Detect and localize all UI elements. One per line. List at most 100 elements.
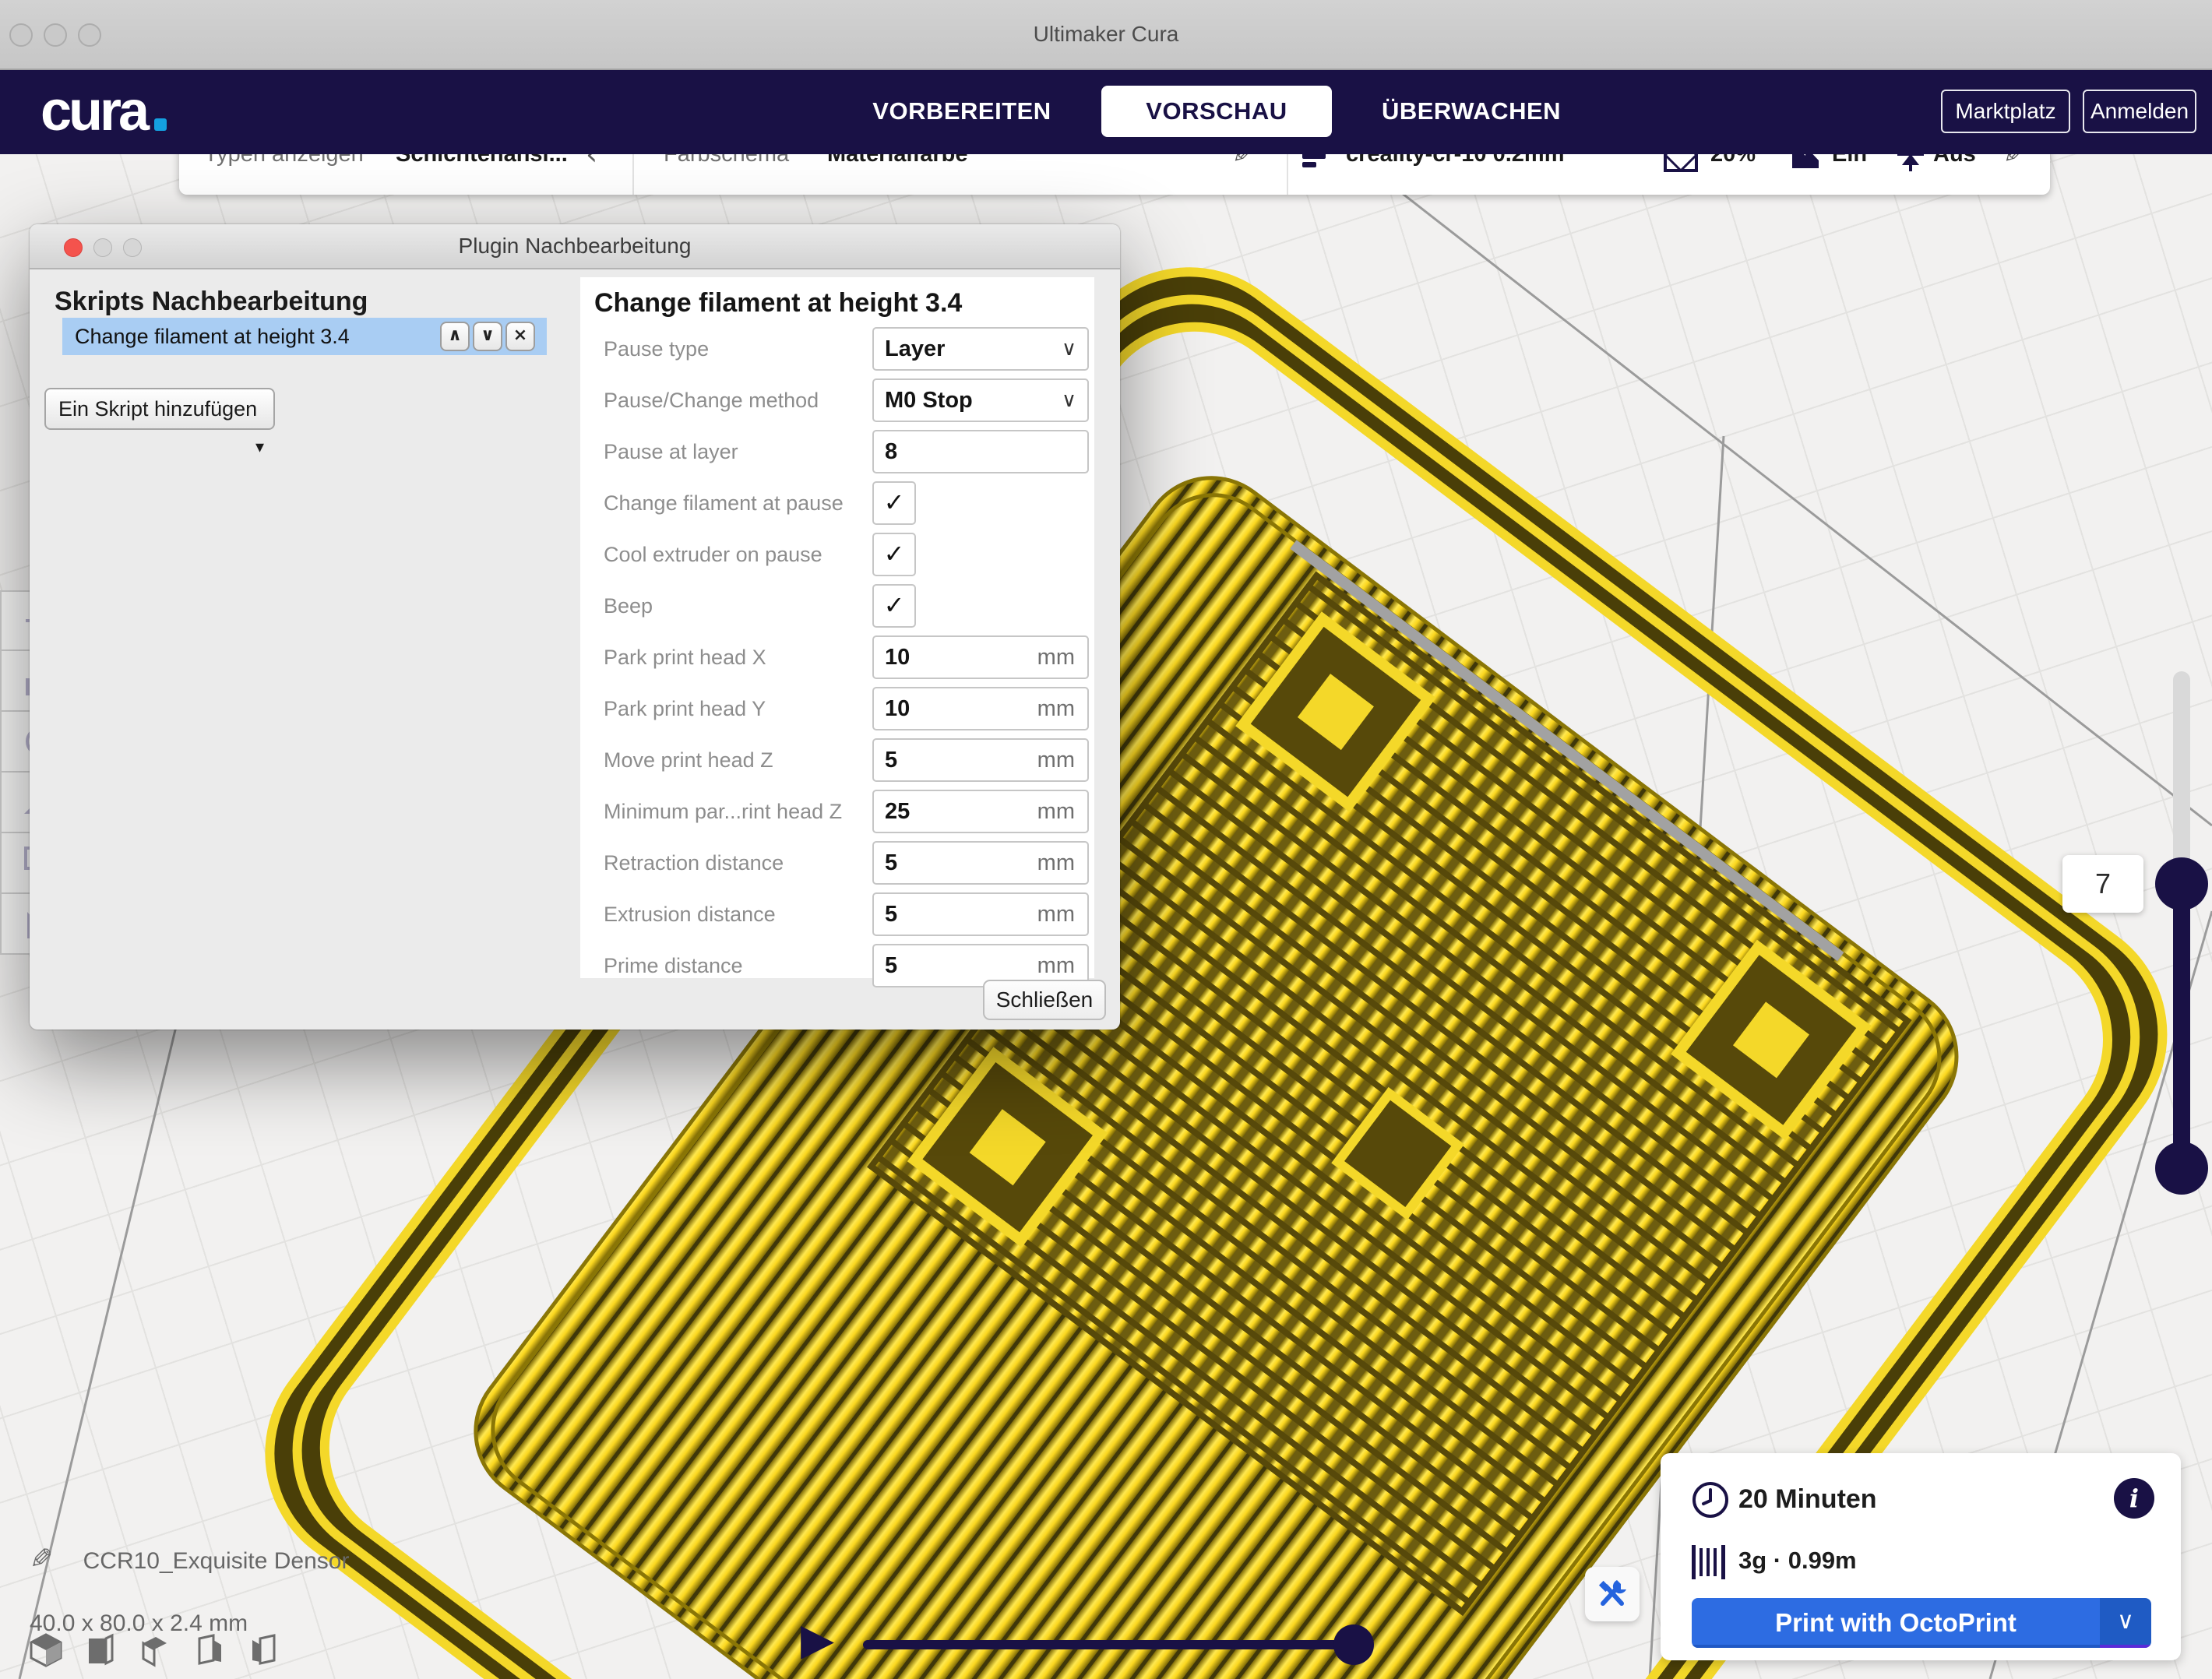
field-label: Prime distance (604, 944, 743, 987)
layer-slider-lower-handle[interactable] (2155, 1142, 2208, 1195)
dropdown-caret-icon: ▾ (255, 428, 264, 467)
print-job-panel: 20 Minuten i 3g · 0.99m Print with OctoP… (1661, 1453, 2181, 1660)
view-right-button[interactable] (246, 1632, 282, 1668)
clock-icon (1690, 1480, 1731, 1520)
signin-button[interactable]: Anmelden (2083, 90, 2196, 133)
field-input[interactable]: 5 mm (872, 841, 1089, 885)
form-row: Beep ✓ (580, 584, 1094, 628)
field-value: M0 Stop (885, 380, 973, 421)
field-input[interactable]: 10 mm (872, 687, 1089, 730)
tab-vorschau[interactable]: VORSCHAU (1101, 86, 1332, 137)
octoprint-settings-button[interactable] (1585, 1567, 1640, 1621)
post-processing-dialog: Plugin Nachbearbeitung Skripts Nachbearb… (30, 224, 1120, 1030)
logo-text: cura (41, 79, 146, 143)
field-unit: mm (1037, 688, 1075, 729)
view-top-button[interactable] (137, 1632, 173, 1668)
dialog-zoom-button[interactable] (123, 238, 142, 257)
field-checkbox[interactable]: ✓ (872, 584, 916, 628)
form-row: Extrusion distance 5 mm (580, 892, 1094, 936)
rename-model-pencil-icon[interactable]: ✎ (30, 1543, 53, 1575)
script-settings-title: Change filament at height 3.4 (594, 288, 962, 319)
add-script-dropdown[interactable]: Ein Skript hinzufügen ▾ (44, 388, 275, 430)
field-value: 5 (885, 843, 897, 883)
form-row: Move print head Z 5 mm (580, 738, 1094, 782)
view-3d-button[interactable] (28, 1632, 64, 1668)
form-row: Pause at layer 8 (580, 430, 1094, 473)
field-checkbox[interactable]: ✓ (872, 481, 916, 525)
form-row: Cool extruder on pause ✓ (580, 533, 1094, 576)
dialog-title: Plugin Nachbearbeitung (30, 224, 1120, 268)
window-title: Ultimaker Cura (0, 0, 2212, 69)
field-value: 5 (885, 740, 897, 780)
material-usage-icon (1690, 1545, 1731, 1579)
view-front-button[interactable] (83, 1632, 118, 1668)
close-dialog-button[interactable]: Schließen (983, 980, 1106, 1020)
tab-ueberwachen[interactable]: ÜBERWACHEN (1358, 69, 1584, 154)
model-name: CCR10_Exquisite Densor (83, 1548, 350, 1574)
form-row: Minimum par...rint head Z 25mm (580, 790, 1094, 833)
field-unit: mm (1037, 740, 1075, 780)
field-label: Extrusion distance (604, 892, 776, 936)
dialog-titlebar[interactable]: Plugin Nachbearbeitung (30, 224, 1120, 269)
field-unit: mm (1037, 637, 1075, 678)
print-time-estimate: 20 Minuten (1738, 1484, 1877, 1515)
field-input[interactable]: 5 mm (872, 738, 1089, 782)
field-label: Pause at layer (604, 430, 738, 473)
info-icon[interactable]: i (2114, 1478, 2154, 1519)
field-select[interactable]: M0 Stop∨ (872, 378, 1089, 422)
print-options-chevron-icon[interactable]: ∨ (2100, 1598, 2151, 1648)
remove-script-button[interactable]: × (505, 322, 535, 351)
select-chevron-icon: ∨ (1062, 329, 1076, 369)
dialog-close-button[interactable] (64, 238, 83, 257)
form-row: Pause typeLayer∨ (580, 327, 1094, 371)
wrench-icon (1595, 1577, 1629, 1611)
field-checkbox[interactable]: ✓ (872, 533, 916, 576)
material-estimate: 3g · 0.99m (1738, 1547, 1857, 1575)
form-row: Park print head X10mm (580, 635, 1094, 679)
field-label: Beep (604, 584, 653, 628)
field-input[interactable]: 8 (872, 430, 1089, 473)
field-unit: mm (1037, 791, 1075, 832)
path-progress-knob[interactable] (1333, 1624, 1374, 1665)
move-script-down-button[interactable]: ∨ (473, 322, 502, 351)
marketplace-button[interactable]: Marktplatz (1941, 90, 2070, 133)
form-row: Change filament at pause✓ (580, 481, 1094, 525)
play-simulation-button[interactable]: ▶ (801, 1618, 834, 1662)
field-input[interactable]: 10 mm (872, 635, 1089, 679)
form-row: Pause/Change method M0 Stop∨ (580, 378, 1094, 422)
logo-dot-icon (154, 118, 167, 131)
field-label: Cool extruder on pause (604, 533, 822, 576)
field-value: 10 (885, 688, 910, 729)
script-name: Change filament at height 3.4 (75, 318, 350, 355)
field-unit: mm (1037, 894, 1075, 935)
move-script-up-button[interactable]: ∧ (440, 322, 470, 351)
field-value: 5 (885, 894, 897, 935)
path-progress-slider[interactable] (863, 1640, 1358, 1649)
layer-slider-range[interactable] (2173, 884, 2190, 1168)
field-label: Move print head Z (604, 738, 773, 782)
app-header: cura VORBEREITEN VORSCHAU ÜBERWACHEN Mar… (0, 69, 2212, 154)
dialog-minimize-button[interactable] (93, 238, 112, 257)
layer-slider-upper-handle[interactable] (2155, 857, 2208, 910)
camera-view-buttons (28, 1632, 282, 1668)
field-label: Park print head Y (604, 687, 766, 730)
field-select[interactable]: Layer ∨ (872, 327, 1089, 371)
script-list-item[interactable]: Change filament at height 3.4 ∧ ∨ × (62, 318, 547, 355)
form-row: Retraction distance 5 mm (580, 841, 1094, 885)
field-value: 10 (885, 637, 910, 678)
field-label: Retraction distance (604, 841, 784, 885)
field-input[interactable]: 5 mm (872, 892, 1089, 936)
field-value: 5 (885, 945, 897, 986)
field-unit: mm (1037, 843, 1075, 883)
script-settings-panel: Change filament at height 3.4 Pause type… (580, 277, 1094, 978)
field-label: Minimum par...rint head Z (604, 790, 842, 833)
field-value: Layer (885, 329, 945, 369)
view-left-button[interactable] (192, 1632, 227, 1668)
field-input[interactable]: 25mm (872, 790, 1089, 833)
field-label: Pause/Change method (604, 378, 819, 422)
current-layer-badge: 7 (2062, 855, 2143, 913)
cura-logo: cura (41, 69, 167, 154)
print-button-label[interactable]: Print with OctoPrint (1692, 1598, 2100, 1648)
print-with-octoprint-button[interactable]: Print with OctoPrint ∨ (1692, 1598, 2151, 1648)
tab-vorbereiten[interactable]: VORBEREITEN (849, 69, 1075, 154)
